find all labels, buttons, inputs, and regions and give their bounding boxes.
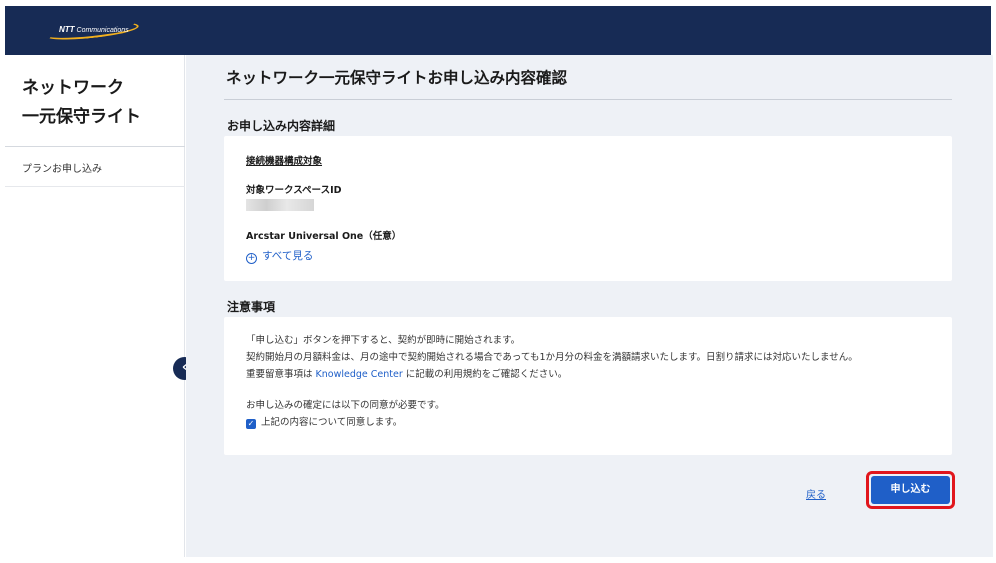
ntt-communications-logo[interactable]: NTT Communications <box>44 19 141 43</box>
arcstar-label: Arcstar Universal One（任意） <box>246 231 402 242</box>
sidebar-title-line2: 一元保守ライト <box>22 107 141 127</box>
back-link[interactable]: 戻る <box>806 486 826 501</box>
note-line-3-suffix: に記載の利用規約をご確認ください。 <box>402 369 568 380</box>
connected-device-label: 接続機器構成対象 <box>246 156 323 167</box>
details-card: 接続機器構成対象 対象ワークスペースID Arcstar Universal O… <box>224 136 952 281</box>
notes-card: 「申し込む」ボタンを押下すると、契約が即時に開始されます。 契約開始月の月額料金… <box>224 317 952 455</box>
workspace-id-label: 対象ワークスペースID <box>246 185 342 196</box>
main-content: ネットワーク一元保守ライトお申し込み内容確認 お申し込み内容詳細 接続機器構成対… <box>186 55 993 557</box>
sidebar: ネットワーク 一元保守ライト プランお申し込み <box>5 55 185 557</box>
consent-checkbox-label: 上記の内容について同意します。 <box>261 417 403 428</box>
sidebar-title: ネットワーク 一元保守ライト <box>22 74 172 132</box>
consent-checkbox-row[interactable]: ✓ 上記の内容について同意します。 <box>246 414 402 429</box>
consent-checkbox[interactable]: ✓ <box>246 419 256 429</box>
sidebar-item-label: プランお申し込み <box>22 164 102 175</box>
page-title: ネットワーク一元保守ライトお申し込み内容確認 <box>226 69 568 87</box>
sidebar-item-plan-application[interactable]: プランお申し込み <box>5 147 185 187</box>
knowledge-center-link[interactable]: Knowledge Center <box>316 369 403 380</box>
sidebar-title-line1: ネットワーク <box>22 78 124 98</box>
title-divider <box>224 99 952 100</box>
see-all-link[interactable]: + すべて見る <box>246 248 313 264</box>
see-all-label: すべて見る <box>262 250 314 262</box>
logo-text: NTT Communications <box>59 25 129 34</box>
masked-workspace-id <box>246 199 314 211</box>
note-line-3-prefix: 重要留意事項は <box>246 369 316 380</box>
note-line-2: 契約開始月の月額料金は、月の途中で契約開始される場合であっても1か月分の料金を満… <box>246 352 858 363</box>
consent-required-text: お申し込みの確定には以下の同意が必要です。 <box>246 400 445 411</box>
notes-section-title: 注意事項 <box>227 300 276 314</box>
top-header: NTT Communications <box>5 6 991 55</box>
plus-circle-icon: + <box>246 253 257 264</box>
note-line-1: 「申し込む」ボタンを押下すると、契約が即時に開始されます。 <box>246 335 521 346</box>
submit-button[interactable]: 申し込む <box>871 476 950 504</box>
details-section-title: お申し込み内容詳細 <box>227 119 336 133</box>
note-line-3: 重要留意事項は Knowledge Center に記載の利用規約をご確認くださ… <box>246 366 567 380</box>
